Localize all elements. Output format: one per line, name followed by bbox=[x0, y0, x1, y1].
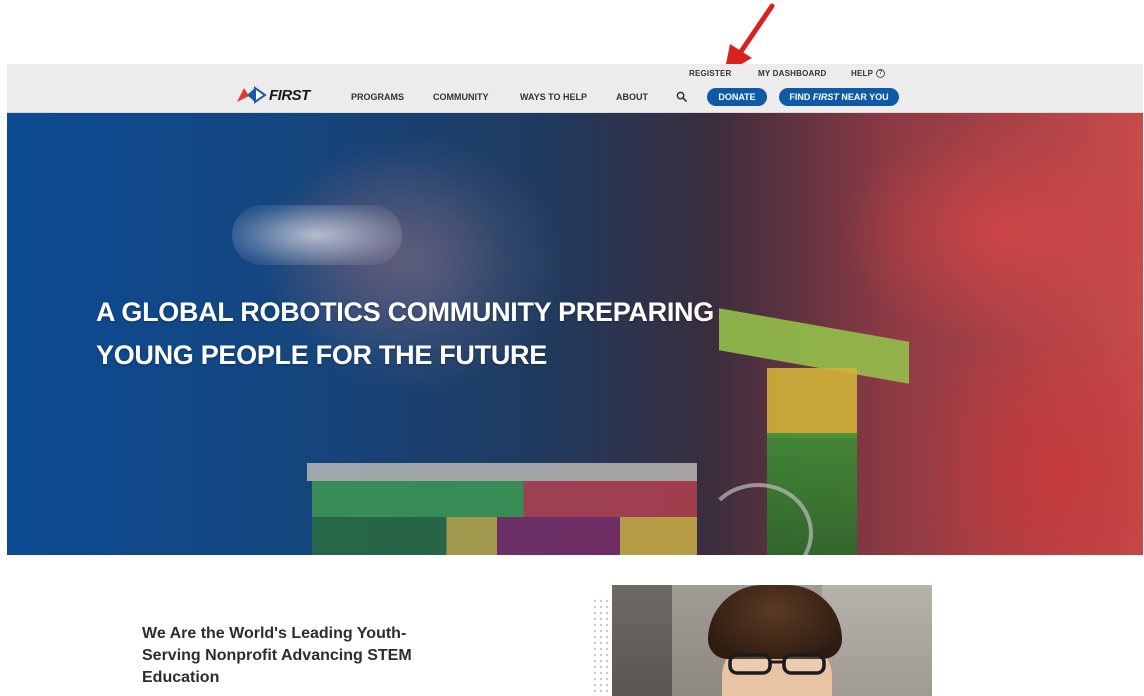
register-link[interactable]: REGISTER bbox=[689, 69, 732, 78]
my-dashboard-link[interactable]: MY DASHBOARD bbox=[758, 69, 826, 78]
first-logo-icon bbox=[237, 86, 267, 104]
logo-text: FIRST bbox=[269, 86, 310, 104]
nav-programs[interactable]: PROGRAMS bbox=[351, 92, 404, 102]
lego-base-top bbox=[307, 463, 697, 481]
hero-title-line-2: YOUNG PEOPLE FOR THE FUTURE bbox=[96, 340, 547, 370]
photo-shelf bbox=[612, 585, 672, 696]
lego-row-2 bbox=[312, 517, 697, 555]
nav-ways-to-help[interactable]: WAYS TO HELP bbox=[520, 92, 587, 102]
donate-button[interactable]: DONATE bbox=[707, 88, 767, 106]
find-first-em: FIRST bbox=[812, 92, 839, 102]
hero-title-line-1: A GLOBAL ROBOTICS COMMUNITY PREPARING bbox=[96, 297, 714, 327]
lego-tower-yellow bbox=[767, 368, 857, 438]
find-suffix: NEAR YOU bbox=[838, 92, 889, 102]
hero-title: A GLOBAL ROBOTICS COMMUNITY PREPARING YO… bbox=[96, 291, 736, 377]
hero-banner: A GLOBAL ROBOTICS COMMUNITY PREPARING YO… bbox=[7, 113, 1143, 555]
nav-community[interactable]: COMMUNITY bbox=[433, 92, 489, 102]
help-link[interactable]: HELP ? bbox=[851, 69, 886, 78]
lego-row-1 bbox=[312, 481, 697, 517]
search-icon[interactable] bbox=[676, 91, 687, 102]
intro-heading: We Are the World's Leading Youth-Serving… bbox=[142, 625, 412, 686]
find-first-near-you-button[interactable]: FIND FIRST NEAR YOU bbox=[779, 88, 899, 106]
student-photo bbox=[612, 585, 932, 696]
utility-nav: REGISTER MY DASHBOARD HELP ? bbox=[7, 69, 1143, 81]
first-logo[interactable]: FIRST bbox=[235, 86, 310, 104]
help-label: HELP bbox=[851, 69, 874, 78]
nav-about[interactable]: ABOUT bbox=[616, 92, 648, 102]
site-header: REGISTER MY DASHBOARD HELP ? FIRST PROGR… bbox=[7, 64, 1143, 113]
help-icon: ? bbox=[876, 69, 886, 78]
glasses-icon bbox=[728, 653, 826, 675]
hero-blurred-light bbox=[232, 205, 402, 265]
find-prefix: FIND bbox=[789, 92, 813, 102]
